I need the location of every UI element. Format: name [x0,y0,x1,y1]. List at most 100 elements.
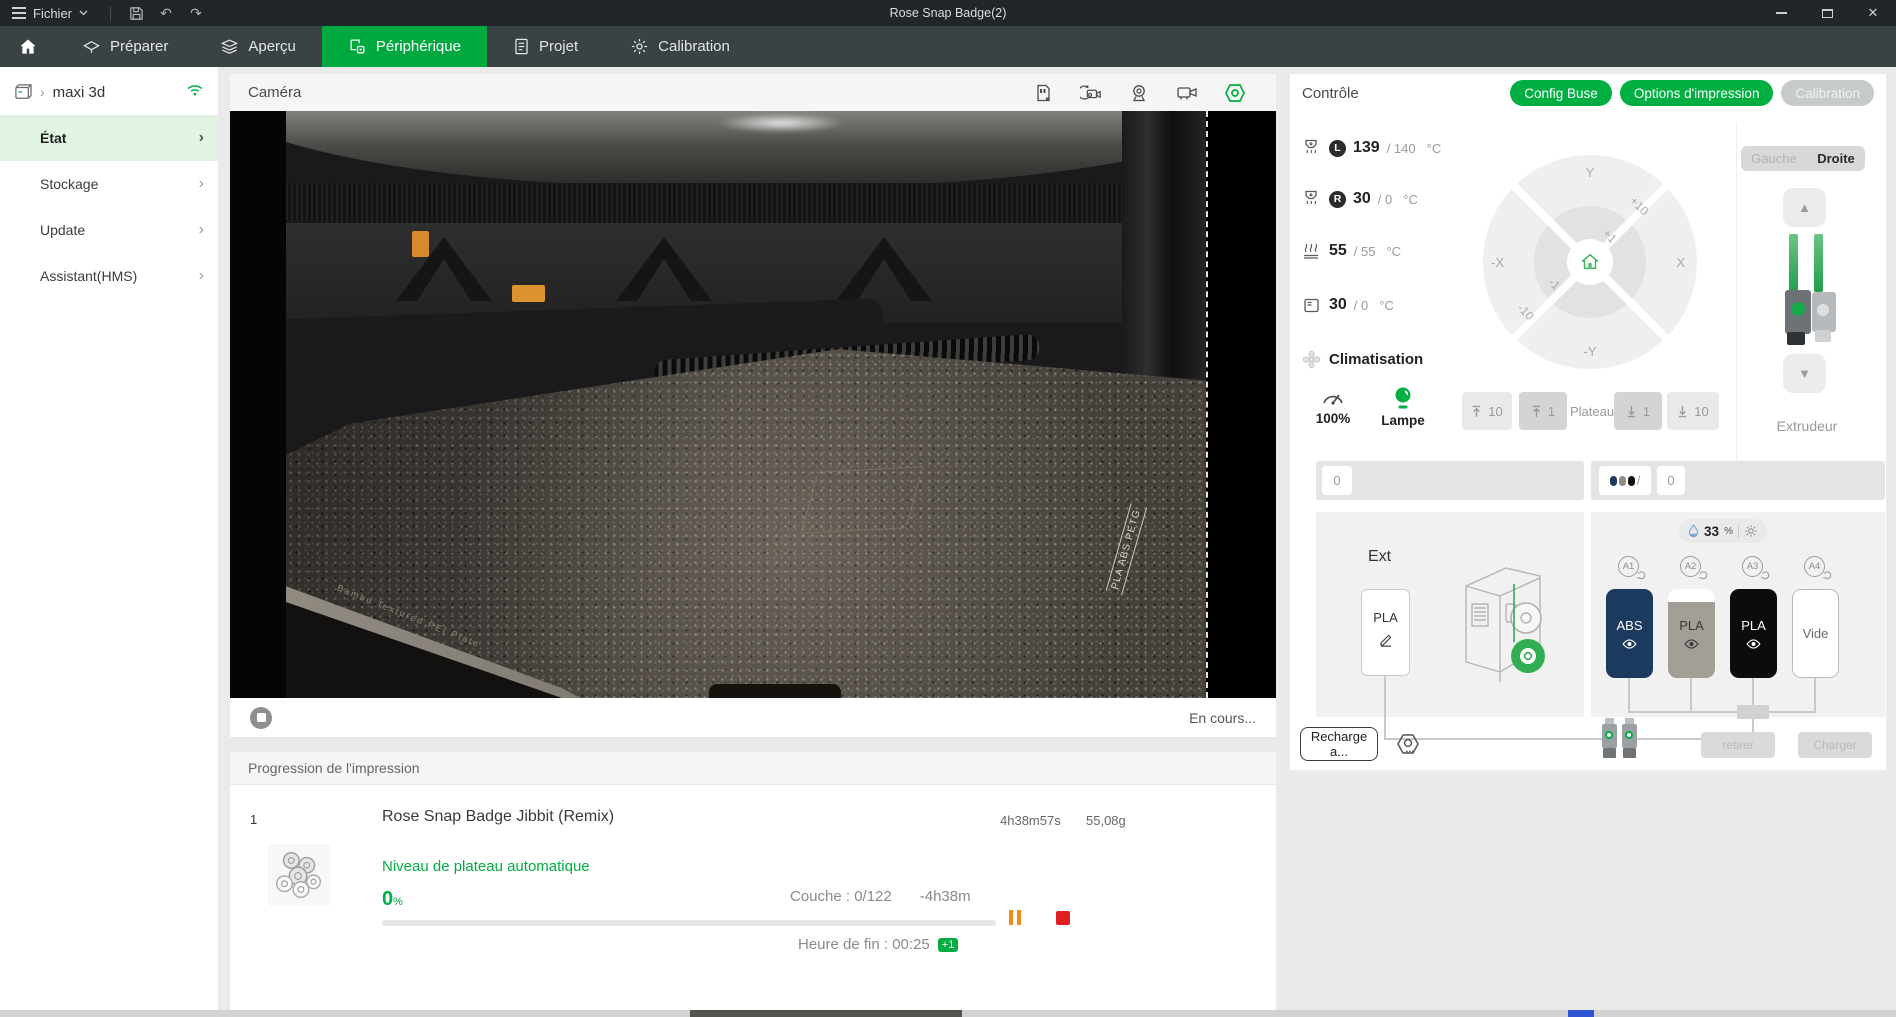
idle-extruder-dot [1817,304,1829,316]
axis-x-label: X [1676,255,1685,270]
ext-header-bar[interactable] [1316,461,1584,500]
tab-device[interactable]: Périphérique [322,26,487,67]
extruder-toggle[interactable]: Gauche Droite [1741,146,1865,171]
extrude-up-button[interactable]: ▲ [1783,188,1826,227]
bed-up-1-label: 1 [1548,404,1555,419]
divider [110,6,111,21]
chevron-right-icon: › [199,129,204,147]
webcam-icon[interactable] [1128,83,1150,103]
temp-unit: °C [1379,298,1394,313]
stop-record-button[interactable] [250,707,272,729]
sidebar-item-label: Stockage [40,176,98,192]
day-offset-badge: +1 [938,938,959,952]
filament-settings-icon[interactable] [1394,730,1422,763]
nozzle-right-temp[interactable]: R 30 / 0 °C [1300,184,1418,214]
pause-button[interactable] [1009,910,1021,925]
slot-a3-label: A3 [1742,556,1766,580]
bed-up-10-label: 10 [1488,404,1502,419]
job-thumbnail [268,844,330,906]
slot-material-label: ABS [1616,618,1642,633]
ext-label: Ext [1368,548,1391,566]
bed-up-10-button[interactable]: 10 [1462,392,1512,430]
layer-count: Couche : 0/122 [790,888,892,905]
ext-spool-slot[interactable]: PLA [1361,589,1410,676]
bed-down-10-button[interactable]: 10 [1667,392,1719,430]
orange-clip [412,231,429,257]
go-live-hexagon-icon[interactable] [1224,83,1246,103]
calibration-button[interactable]: Calibration [1781,80,1874,106]
tab-calibration[interactable]: Calibration [604,26,756,67]
printer-box-icon [14,84,32,100]
extrude-down-button[interactable]: ▼ [1783,354,1826,393]
close-button[interactable]: ✕ [1850,0,1896,26]
tab-project-label: Projet [539,38,578,55]
bed-temp[interactable]: 55 / 55 °C [1300,236,1401,266]
chevron-right-icon: › [40,84,45,100]
xy-move-pad[interactable]: Y -Y X -X +10 +1 -1 -10 [1483,155,1697,369]
bed-move-row: 10 1 Plateau 1 10 [1290,392,1735,430]
timelapse-icon[interactable] [1080,83,1102,103]
sidebar-item-label: Update [40,222,85,238]
tab-prepare-label: Préparer [110,38,168,55]
toggle-droite[interactable]: Droite [1817,151,1855,166]
hamburger-icon [12,7,26,19]
save-icon[interactable] [121,6,151,21]
filament-slot-1[interactable]: ABS [1606,589,1653,678]
home-icon [17,37,39,57]
home-xy-button[interactable] [1567,239,1613,285]
camera-panel: Caméra [230,74,1276,737]
rotate-icon [1699,571,1708,580]
slot-a4-label: A4 [1804,556,1828,580]
bed-down-1-label: 1 [1643,404,1650,419]
bed-up-1-button[interactable]: 1 [1519,392,1567,430]
unload-button[interactable]: retirer [1701,732,1775,758]
auto-refill-button[interactable]: Recharge a... [1300,727,1378,761]
nozzle-config-button[interactable]: Config Buse [1510,80,1612,106]
home-tab[interactable] [0,26,56,67]
file-menu[interactable]: Fichier [0,0,100,26]
sidebar-item-etat[interactable]: État› [0,115,218,161]
printer-illustration [1454,556,1554,684]
tab-preview[interactable]: Aperçu [194,26,322,67]
chamber-temp[interactable]: 30 / 0 °C [1300,290,1394,320]
undo-icon[interactable]: ↶ [151,5,181,22]
printer-icon [348,37,367,56]
toggle-gauche[interactable]: Gauche [1751,151,1797,166]
filament-slot-2[interactable]: PLA [1668,589,1715,678]
sidebar-item-update[interactable]: Update› [0,207,218,253]
tab-project[interactable]: Projet [487,26,604,67]
chevron-right-icon: › [199,175,204,193]
control-panel: Contrôle Config Buse Options d'impressio… [1290,74,1886,770]
climatisation-label: Climatisation [1329,351,1423,368]
device-selector[interactable]: › maxi 3d [0,75,218,109]
main-nav: Préparer Aperçu Périphérique Projet Cali… [0,26,1896,67]
sidebar-item-stockage[interactable]: Stockage › [0,161,218,207]
filament-slot-4[interactable]: Vide [1792,589,1839,678]
camera-header: Caméra [230,74,1276,111]
chevron-down-icon [79,10,88,16]
job-index: 1 [250,812,257,827]
print-percent: 0% [382,888,403,911]
axis-ny-label: -Y [1483,344,1697,359]
bed-move-label: Plateau [1572,392,1612,430]
maximize-button[interactable] [1804,0,1850,26]
video-camera-icon[interactable] [1176,83,1198,103]
background-window-strip [0,1010,1896,1017]
climatisation-row[interactable]: Climatisation [1300,344,1423,374]
stop-button[interactable] [1056,911,1070,925]
sidebar-item-assistant[interactable]: Assistant(HMS)› [0,253,218,299]
ams-section: 0 / 0 Ext PLA [1290,454,1886,770]
filament-slot-3[interactable]: PLA [1730,589,1777,678]
minimize-button[interactable] [1758,0,1804,26]
redo-icon[interactable]: ↷ [181,5,211,22]
sidebar: › maxi 3d État› Stockage› Update› Assist… [0,67,218,1010]
print-options-button[interactable]: Options d'impression [1620,80,1774,106]
load-button[interactable]: Charger [1798,732,1872,758]
job-weight: 55,08g [1086,813,1126,828]
filament-path [1814,678,1816,712]
nozzle-left-temp[interactable]: L 139 / 140 °C [1300,133,1441,163]
bed-down-1-button[interactable]: 1 [1614,392,1662,430]
temp-unit: °C [1386,244,1401,259]
tab-prepare[interactable]: Préparer [56,26,194,67]
sd-card-icon[interactable] [1032,83,1054,103]
